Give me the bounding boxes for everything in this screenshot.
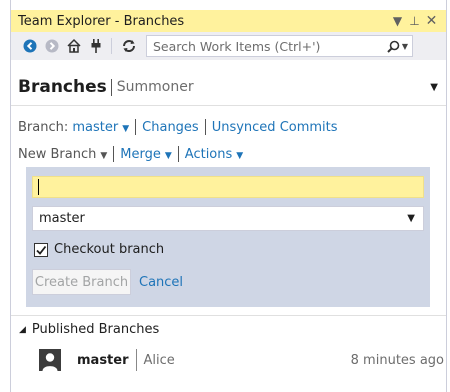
window-title-bar: Team Explorer - Branches ▼ ⊥ ✕ bbox=[11, 10, 446, 32]
separator bbox=[204, 119, 206, 135]
unsynced-commits-link[interactable]: Unsynced Commits bbox=[212, 120, 338, 135]
branch-name: master bbox=[77, 352, 129, 368]
avatar bbox=[39, 349, 61, 371]
separator bbox=[135, 349, 137, 371]
search-input[interactable] bbox=[153, 38, 380, 54]
project-name: Summoner bbox=[116, 79, 194, 95]
published-branches-header[interactable]: ◢ Published Branches bbox=[19, 322, 159, 337]
header-divider bbox=[110, 78, 112, 96]
merge-label: Merge bbox=[120, 146, 161, 162]
chevron-down-icon: ▼ bbox=[407, 213, 415, 224]
checkout-branch-checkbox[interactable] bbox=[34, 242, 48, 257]
text-cursor bbox=[38, 179, 39, 195]
collapse-triangle-icon[interactable]: ◢ bbox=[19, 325, 26, 335]
chevron-down-icon: ▼ bbox=[236, 150, 244, 161]
cancel-link[interactable]: Cancel bbox=[139, 275, 183, 290]
branch-nav-row: Branch: master ▼ Changes Unsynced Commits bbox=[18, 119, 338, 135]
toolbar-separator bbox=[111, 38, 112, 54]
connect-plug-icon[interactable] bbox=[85, 35, 107, 57]
changes-link[interactable]: Changes bbox=[142, 120, 199, 135]
branch-timestamp: 8 minutes ago bbox=[350, 352, 444, 368]
forward-icon[interactable] bbox=[41, 35, 63, 57]
chevron-down-icon: ▼ bbox=[164, 150, 172, 161]
create-branch-form: master ▼ Checkout branch Create Branch C… bbox=[26, 167, 430, 307]
merge-dropdown[interactable]: Merge ▼ bbox=[120, 147, 172, 162]
checkout-branch-option[interactable]: Checkout branch bbox=[34, 242, 164, 257]
chevron-down-icon: ▼ bbox=[122, 123, 130, 134]
back-icon[interactable] bbox=[19, 35, 41, 57]
home-icon[interactable] bbox=[63, 35, 85, 57]
actions-label: Actions bbox=[184, 146, 233, 162]
actions-dropdown[interactable]: Actions ▼ bbox=[185, 147, 243, 162]
source-branch-select[interactable]: master ▼ bbox=[32, 206, 424, 231]
separator bbox=[113, 146, 115, 162]
dropdown-caret-icon[interactable]: ▼ bbox=[389, 14, 406, 28]
current-branch-value: master bbox=[72, 119, 119, 135]
page-header: Branches Summoner ▼ bbox=[11, 73, 446, 101]
pin-icon[interactable]: ⊥ bbox=[406, 14, 423, 28]
published-branches-title: Published Branches bbox=[31, 322, 160, 337]
branch-actions-row: New Branch ▼ Merge ▼ Actions ▼ bbox=[18, 146, 243, 162]
close-icon[interactable]: ✕ bbox=[423, 13, 440, 29]
section-divider bbox=[11, 315, 446, 316]
branch-owner: Alice bbox=[143, 352, 175, 368]
page-menu-caret-icon[interactable]: ▼ bbox=[430, 82, 438, 93]
branch-name-input[interactable] bbox=[32, 176, 424, 198]
form-buttons: Create Branch Cancel bbox=[32, 269, 183, 295]
search-work-items-box[interactable]: ▼ bbox=[146, 35, 413, 57]
source-branch-value: master bbox=[39, 211, 85, 226]
checkout-branch-label: Checkout branch bbox=[54, 242, 165, 257]
search-icon bbox=[387, 40, 400, 53]
window-title: Team Explorer - Branches bbox=[18, 13, 185, 29]
separator bbox=[177, 146, 179, 162]
published-branch-row[interactable]: master Alice 8 minutes ago bbox=[39, 345, 444, 375]
page-title: Branches bbox=[18, 77, 107, 97]
header-divider-line bbox=[11, 105, 446, 106]
current-branch-dropdown[interactable]: master ▼ bbox=[72, 120, 129, 135]
checkmark-icon bbox=[36, 245, 47, 255]
team-explorer-panel: Team Explorer - Branches ▼ ⊥ ✕ ▼ bbox=[10, 0, 447, 392]
search-options-caret-icon[interactable]: ▼ bbox=[402, 42, 408, 51]
branch-label: Branch: bbox=[18, 119, 69, 135]
separator bbox=[135, 119, 137, 135]
create-branch-button[interactable]: Create Branch bbox=[32, 269, 131, 295]
search-button[interactable]: ▼ bbox=[380, 40, 412, 53]
new-branch-label: New Branch bbox=[18, 146, 97, 162]
toolbar: ▼ bbox=[11, 32, 446, 60]
new-branch-dropdown[interactable]: New Branch ▼ bbox=[18, 147, 107, 162]
refresh-icon[interactable] bbox=[118, 35, 140, 57]
chevron-down-icon: ▼ bbox=[100, 150, 108, 161]
